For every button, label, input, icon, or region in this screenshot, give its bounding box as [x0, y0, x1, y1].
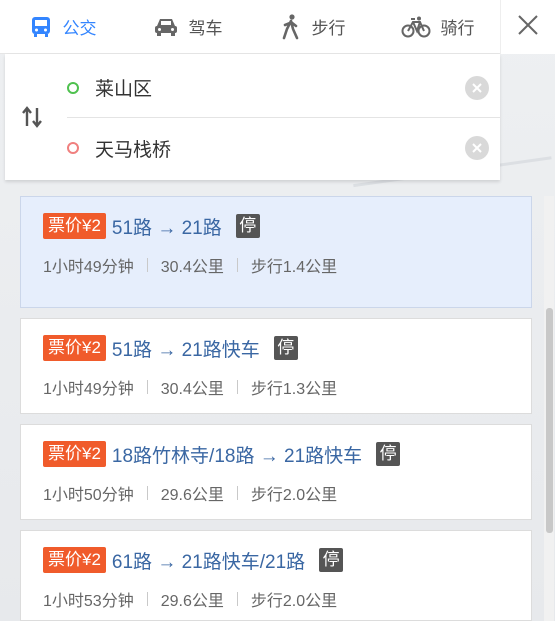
- route-distance: 30.4公里: [160, 381, 224, 398]
- fare-badge: 票价¥2: [43, 335, 106, 361]
- stop-badge: 停: [273, 336, 298, 360]
- destination-text: 天马栈桥: [95, 139, 172, 161]
- route-distance: 30.4公里: [160, 259, 224, 276]
- divider: [146, 380, 148, 394]
- route-walk-distance: 步行1.4公里: [250, 259, 338, 276]
- origin-text: 莱山区: [95, 79, 153, 100]
- transport-mode-tabs: 公交 驾车 步行 骑行: [0, 0, 500, 54]
- divider: [236, 258, 238, 272]
- route-duration: 1小时49分钟: [43, 381, 134, 398]
- tab-label: 驾车: [188, 19, 223, 38]
- tab-label: 骑行: [440, 19, 475, 38]
- clear-icon: [472, 143, 482, 153]
- bicycle-icon: [401, 16, 431, 38]
- swap-arrows-icon: [20, 105, 44, 133]
- route-walk-distance: 步行2.0公里: [250, 593, 338, 610]
- car-icon: [153, 16, 179, 38]
- route-results-list: 票价¥2 51路 → 21路 停 1小时49分钟 30.4公里 步行1.4公里 …: [20, 196, 535, 621]
- route-duration: 1小时53分钟: [43, 593, 134, 610]
- tab-drive[interactable]: 驾车: [125, 0, 250, 54]
- route-result-card[interactable]: 票价¥2 18路竹林寺/18路 → 21路快车 停 1小时50分钟 29.6公里…: [20, 424, 532, 520]
- origin-field[interactable]: 莱山区: [67, 58, 501, 118]
- tab-label: 步行: [311, 19, 346, 38]
- close-icon: [517, 14, 539, 41]
- swap-direction-button[interactable]: [19, 105, 45, 133]
- divider: [146, 258, 148, 272]
- divider: [236, 592, 238, 606]
- origin-marker-icon: [67, 81, 79, 94]
- route-result-card[interactable]: 票价¥2 51路 → 21路 停 1小时49分钟 30.4公里 步行1.4公里: [20, 196, 532, 308]
- clear-icon: [472, 82, 482, 93]
- bus-icon: [29, 15, 53, 39]
- route-walk-distance: 步行1.3公里: [250, 381, 338, 398]
- tab-label: 公交: [62, 19, 97, 38]
- fare-badge: 票价¥2: [43, 547, 106, 573]
- results-scrollbar-thumb[interactable]: [546, 308, 553, 533]
- route-duration: 1小时50分钟: [43, 487, 134, 504]
- tab-walk[interactable]: 步行: [250, 0, 375, 54]
- route-distance: 29.6公里: [160, 593, 224, 610]
- route-name: 18路竹林寺/18路 → 21路快车: [111, 445, 363, 467]
- divider: [236, 486, 238, 500]
- route-walk-distance: 步行2.0公里: [250, 487, 338, 504]
- route-result-card[interactable]: 票价¥2 51路 → 21路快车 停 1小时49分钟 30.4公里 步行1.3公…: [20, 318, 532, 414]
- tab-cycle[interactable]: 骑行: [375, 0, 500, 54]
- route-name: 61路 → 21路快车/21路: [111, 551, 306, 573]
- walk-icon: [280, 13, 302, 40]
- destination-field[interactable]: 天马栈桥: [67, 118, 501, 178]
- route-name: 51路 → 21路: [111, 217, 222, 239]
- stop-badge: 停: [235, 214, 260, 238]
- stop-badge: 停: [376, 442, 401, 466]
- destination-marker-icon: [67, 142, 79, 154]
- route-input-panel: 莱山区 天马栈桥: [5, 54, 501, 180]
- divider: [146, 592, 148, 606]
- route-name: 51路 → 21路快车: [111, 339, 260, 361]
- close-button[interactable]: [500, 0, 555, 54]
- fare-badge: 票价¥2: [43, 213, 106, 239]
- route-result-card[interactable]: 票价¥2 61路 → 21路快车/21路 停 1小时53分钟 29.6公里 步行…: [20, 530, 532, 621]
- clear-origin-button[interactable]: [465, 75, 489, 100]
- clear-destination-button[interactable]: [465, 136, 489, 160]
- stop-badge: 停: [319, 548, 344, 572]
- tab-bus[interactable]: 公交: [0, 0, 125, 54]
- route-duration: 1小时49分钟: [43, 259, 134, 276]
- divider: [146, 486, 148, 500]
- fare-badge: 票价¥2: [43, 441, 106, 467]
- divider: [236, 380, 238, 394]
- route-distance: 29.6公里: [160, 487, 224, 504]
